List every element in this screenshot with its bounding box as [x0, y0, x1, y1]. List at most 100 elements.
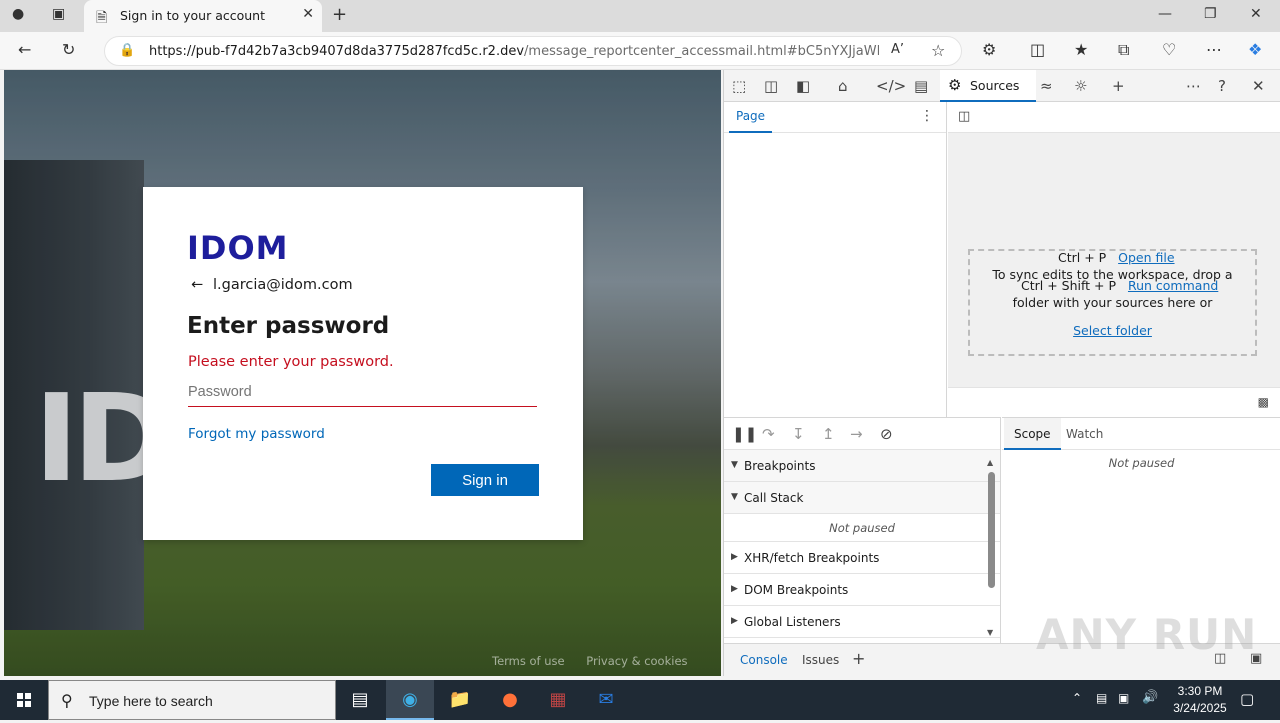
close-tab-icon[interactable]: ✕: [302, 6, 314, 22]
add-drawer-tab-icon[interactable]: +: [852, 649, 865, 668]
help-icon[interactable]: ?: [1218, 77, 1226, 95]
section-label: DOM Breakpoints: [744, 583, 849, 597]
volume-icon[interactable]: 🔊: [1142, 690, 1158, 705]
task-view-icon[interactable]: ▤: [336, 680, 384, 720]
url-field[interactable]: 🔒 https://pub-f7d42b7a3cb9407d8da3775d28…: [104, 36, 962, 66]
collapse-icon: ▶: [731, 584, 738, 594]
step-over-icon[interactable]: ↷: [762, 425, 775, 443]
elements-icon[interactable]: </>: [876, 77, 906, 95]
terms-link[interactable]: Terms of use: [492, 654, 565, 668]
error-message: Please enter your password.: [188, 354, 394, 370]
account-row[interactable]: ← l.garcia@idom.com: [191, 277, 353, 293]
tab-page[interactable]: Page: [729, 102, 773, 133]
profile-icon[interactable]: ●: [12, 6, 24, 22]
refresh-icon[interactable]: ↻: [62, 40, 75, 59]
file-explorer-icon[interactable]: 📁: [436, 680, 484, 720]
tab-bar: ● ▣ 🗎 Sign in to your account ✕ + — ❐ ✕: [0, 0, 1280, 32]
editor-pane: ◫ Ctrl + P Open file Ctrl + Shift + P Ru…: [948, 102, 1280, 417]
deactivate-breakpoints-icon[interactable]: ⊘: [880, 425, 893, 443]
taskbar-search[interactable]: ⚲ Type here to search: [48, 680, 336, 720]
search-icon: ⚲: [61, 691, 73, 710]
outlook-icon[interactable]: ✉: [582, 680, 630, 720]
sign-in-button[interactable]: Sign in: [431, 464, 539, 496]
extensions-icon[interactable]: ⚙: [982, 40, 996, 59]
more-footer-link[interactable]: ...: [492, 668, 503, 676]
tab-watch[interactable]: Watch: [1056, 418, 1113, 450]
expand-icon: ▼: [731, 492, 738, 502]
winrar-icon[interactable]: ▦: [534, 680, 582, 720]
notifications-icon[interactable]: ▢: [1240, 690, 1254, 708]
call-stack-section[interactable]: ▼ Call Stack: [724, 482, 1000, 514]
toggle-navigator-icon[interactable]: ◫: [958, 109, 970, 124]
dom-breakpoints-section[interactable]: ▶ DOM Breakpoints: [724, 574, 1000, 606]
new-tab-icon[interactable]: +: [332, 4, 347, 25]
back-icon[interactable]: ←: [18, 40, 31, 59]
favorite-star-icon[interactable]: ☆: [931, 41, 945, 60]
coverage-icon[interactable]: ▩: [1258, 395, 1269, 409]
step-out-icon[interactable]: ↥: [822, 425, 835, 443]
url-host: https://pub-f7d42b7a3cb9407d8da3775d287f…: [149, 44, 525, 59]
step-icon[interactable]: →: [850, 425, 863, 443]
split-screen-icon[interactable]: ◫: [1030, 40, 1045, 59]
tab-console[interactable]: Console: [740, 653, 788, 667]
welcome-home-icon[interactable]: ⌂: [838, 77, 848, 95]
select-folder-link[interactable]: Select folder: [970, 317, 1255, 345]
performance-icon[interactable]: ☼: [1074, 77, 1087, 95]
maximize-icon[interactable]: ❐: [1204, 6, 1217, 22]
tab-sources[interactable]: ⚙ Sources: [940, 70, 1036, 102]
tab-issues[interactable]: Issues: [802, 653, 839, 667]
copilot-icon[interactable]: ❖: [1248, 40, 1262, 59]
editor-bottom-bar: ▩: [948, 387, 1280, 417]
read-aloud-icon[interactable]: A’: [891, 42, 904, 57]
navigator-more-icon[interactable]: ⋮: [920, 108, 934, 124]
settings-more-icon[interactable]: ⋯: [1206, 40, 1222, 59]
device-emulation-icon[interactable]: ◫: [764, 77, 778, 95]
pause-icon[interactable]: ❚❚: [732, 425, 757, 443]
scroll-down-icon[interactable]: ▼: [987, 628, 993, 637]
more-tools-icon[interactable]: +: [1112, 77, 1125, 95]
page-viewport: ID IDOM ← l.garcia@idom.com Enter passwor…: [4, 70, 721, 676]
edge-app-icon[interactable]: ◉: [386, 680, 434, 720]
more-options-icon[interactable]: ⋯: [1186, 77, 1201, 95]
privacy-link[interactable]: Privacy & cookies: [586, 654, 687, 668]
device-icon[interactable]: ▤: [1096, 691, 1107, 705]
tab-actions-icon[interactable]: ▣: [52, 6, 65, 22]
favorites-icon[interactable]: ★: [1074, 40, 1088, 59]
debugger-toolbar: ❚❚ ↷ ↧ ↥ → ⊘: [724, 418, 1000, 450]
step-into-icon[interactable]: ↧: [792, 425, 805, 443]
breakpoints-section[interactable]: ▼ Breakpoints: [724, 450, 1000, 482]
dock-icon[interactable]: ◧: [796, 77, 810, 95]
back-arrow-icon[interactable]: ←: [191, 277, 207, 293]
workspace-dropzone[interactable]: To sync edits to the workspace, drop a f…: [968, 249, 1257, 356]
start-button[interactable]: [0, 680, 48, 720]
xhr-breakpoints-section[interactable]: ▶ XHR/fetch Breakpoints: [724, 542, 1000, 574]
forgot-password-link[interactable]: Forgot my password: [188, 426, 325, 442]
network-icon[interactable]: ≈: [1040, 77, 1053, 95]
close-window-icon[interactable]: ✕: [1250, 6, 1262, 22]
system-clock[interactable]: 3:30 PM 3/24/2025: [1160, 683, 1240, 717]
section-label: Breakpoints: [744, 459, 816, 473]
network-tray-icon[interactable]: ▣: [1118, 691, 1129, 705]
scrollbar-thumb[interactable]: [988, 472, 995, 588]
tab-scope[interactable]: Scope: [1004, 418, 1061, 450]
browser-essentials-icon[interactable]: ♡: [1162, 40, 1176, 59]
call-stack-status: Not paused: [724, 514, 1000, 542]
debugger-scrollbar[interactable]: ▲ ▼: [987, 458, 996, 638]
lock-icon[interactable]: 🔒: [119, 43, 135, 58]
close-devtools-icon[interactable]: ✕: [1252, 77, 1265, 95]
inspect-icon[interactable]: ⬚: [732, 77, 746, 95]
firefox-icon[interactable]: ●: [486, 680, 534, 720]
collections-icon[interactable]: ⧉: [1118, 40, 1129, 60]
watermark: ANY RUN: [1036, 610, 1258, 659]
password-field[interactable]: [188, 377, 537, 407]
global-listeners-section[interactable]: ▶ Global Listeners: [724, 606, 1000, 638]
console-icon[interactable]: ▤: [914, 77, 928, 95]
show-hidden-icons-icon[interactable]: ⌃: [1072, 691, 1082, 705]
expand-icon: ▼: [731, 460, 738, 470]
devtools-toolbar: ⬚ ◫ ◧ ⌂ </> ▤ ⚙ Sources ≈ ☼ + ⋯ ? ✕: [724, 70, 1280, 102]
minimize-icon[interactable]: —: [1158, 6, 1172, 22]
scroll-up-icon[interactable]: ▲: [987, 458, 993, 467]
bug-icon: ⚙: [948, 76, 962, 94]
browser-tab[interactable]: 🗎 Sign in to your account ✕: [84, 0, 322, 32]
devtools-panel: ⬚ ◫ ◧ ⌂ </> ▤ ⚙ Sources ≈ ☼ + ⋯ ? ✕ Page…: [723, 70, 1280, 676]
